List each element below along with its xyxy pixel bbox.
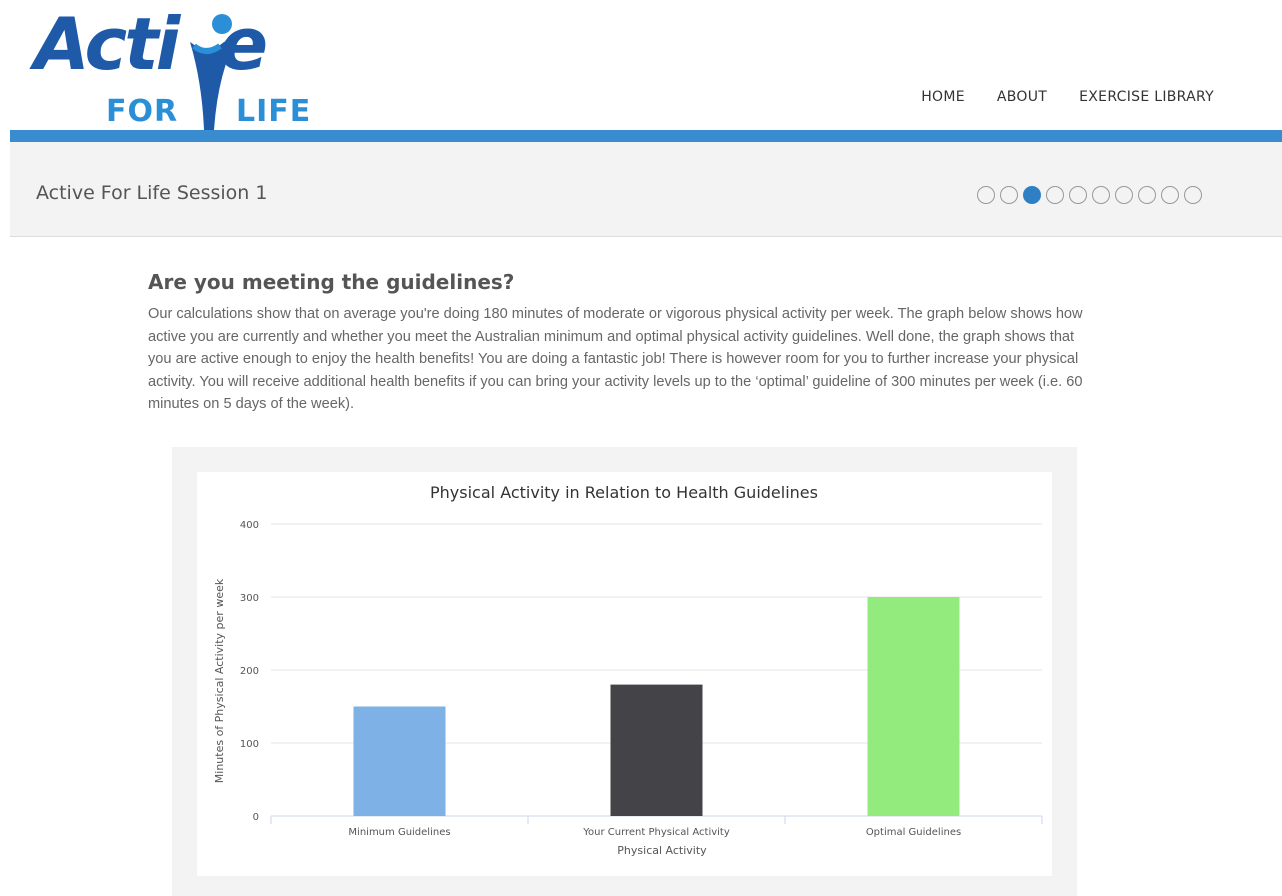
logo-for-text: FOR (106, 94, 179, 129)
progress-dot-4[interactable] (1046, 186, 1064, 204)
y-tick-label: 100 (240, 739, 259, 750)
nav-home-link[interactable]: HOME (921, 89, 965, 105)
session-title: Active For Life Session 1 (36, 182, 268, 204)
nav-exercise-library-link[interactable]: EXERCISE LIBRARY (1079, 89, 1214, 105)
x-tick-label: Optimal Guidelines (866, 827, 961, 838)
progress-dot-10[interactable] (1184, 186, 1202, 204)
chart-y-tick-labels: 0 100 200 300 400 (240, 520, 259, 823)
progress-dot-7[interactable] (1115, 186, 1133, 204)
session-progress-dots (977, 186, 1202, 204)
progress-dot-6[interactable] (1092, 186, 1110, 204)
chart-x-axis: Minimum Guidelines Your Current Physical … (270, 816, 1043, 838)
page-heading: Are you meeting the guidelines? (148, 270, 515, 294)
header-divider-bar (10, 130, 1282, 142)
progress-dot-8[interactable] (1138, 186, 1156, 204)
active-for-life-logo[interactable]: Acti e FOR LIFE (34, 8, 344, 130)
chart-container: Physical Activity in Relation to Health … (172, 447, 1077, 896)
y-tick-label: 400 (240, 520, 259, 531)
bar-optimal-guidelines[interactable] (867, 597, 960, 816)
y-tick-label: 200 (240, 666, 259, 677)
progress-dot-2[interactable] (1000, 186, 1018, 204)
y-tick-label: 0 (253, 812, 259, 823)
x-tick-label: Minimum Guidelines (348, 827, 450, 838)
progress-dot-1[interactable] (977, 186, 995, 204)
logo-life-text: LIFE (236, 94, 312, 129)
bar-your-current-physical-activity[interactable] (610, 684, 703, 816)
chart-panel: Physical Activity in Relation to Health … (197, 472, 1052, 876)
x-tick-label: Your Current Physical Activity (582, 827, 730, 838)
site-header: Acti e FOR LIFE HOME ABOUT EXERCISE LIBRA… (0, 0, 1282, 130)
session-bar: Active For Life Session 1 (10, 142, 1282, 237)
chart-bars (353, 597, 960, 817)
y-tick-label: 300 (240, 593, 259, 604)
guidelines-paragraph: Our calculations show that on average yo… (148, 306, 1083, 413)
chart-y-axis-label: Minutes of Physical Activity per week (213, 578, 226, 783)
chart-title: Physical Activity in Relation to Health … (430, 483, 818, 502)
progress-dot-5[interactable] (1069, 186, 1087, 204)
logo-figure-icon (190, 14, 238, 130)
progress-dot-3[interactable] (1023, 186, 1041, 204)
main-content: Are you meeting the guidelines? Our calc… (148, 270, 1088, 416)
chart-x-axis-label: Physical Activity (617, 844, 707, 857)
progress-dot-9[interactable] (1161, 186, 1179, 204)
bar-minimum-guidelines[interactable] (353, 706, 446, 817)
main-nav: HOME ABOUT EXERCISE LIBRARY (921, 89, 1214, 105)
nav-about-link[interactable]: ABOUT (997, 89, 1047, 105)
physical-activity-chart: Physical Activity in Relation to Health … (213, 483, 1043, 857)
